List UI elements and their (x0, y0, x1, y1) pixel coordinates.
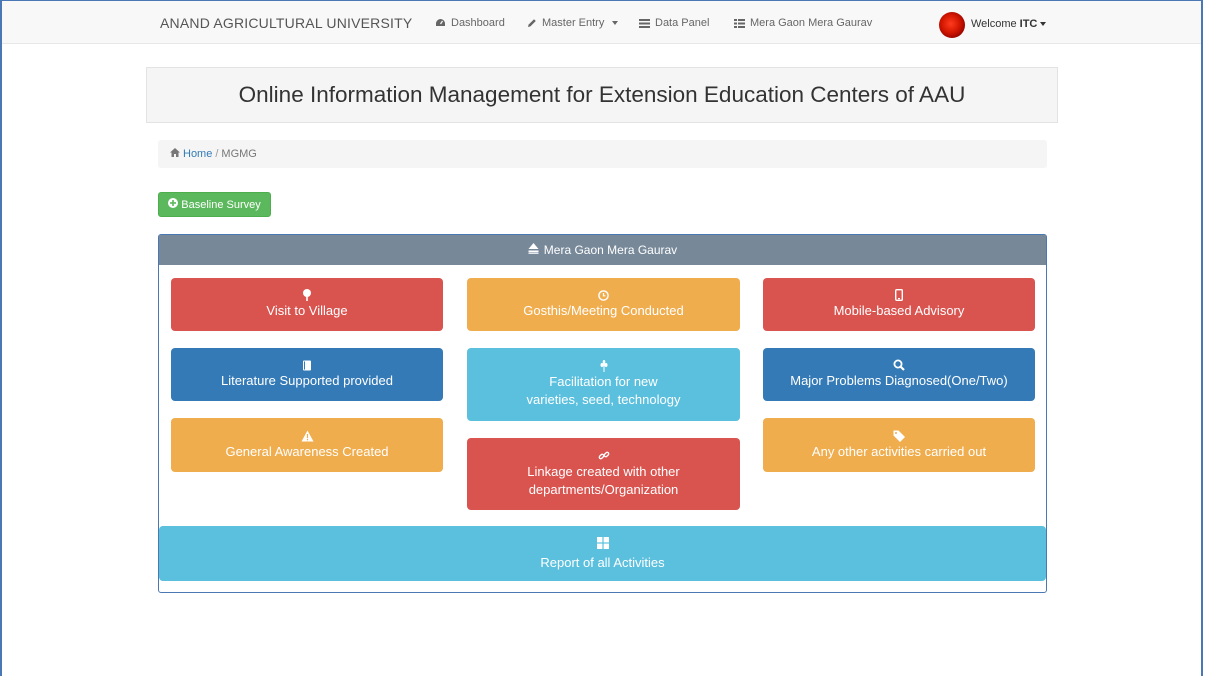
baseline-survey-button[interactable]: Baseline Survey (158, 192, 271, 217)
eject-icon (528, 243, 539, 257)
top-navbar: ANAND AGRICULTURAL UNIVERSITY Dashboard … (2, 1, 1201, 44)
tile-any-other-activities[interactable]: Any other activities carried out (763, 418, 1035, 472)
page-title: Online Information Management for Extens… (238, 82, 966, 107)
tile-label: Gosthis/Meeting Conducted (523, 302, 684, 318)
tree-icon (302, 289, 312, 302)
clock-icon (598, 289, 609, 302)
page-title-banner: Online Information Management for Extens… (146, 67, 1058, 123)
breadcrumb-current: MGMG (221, 148, 257, 160)
breadcrumb: Home / MGMG (158, 140, 1047, 168)
tags-icon (893, 430, 906, 443)
baseline-survey-label: Baseline Survey (181, 198, 261, 211)
grid-icon (596, 536, 609, 554)
tile-linkage-created[interactable]: Linkage created with other departments/O… (467, 438, 740, 510)
tile-label: Mobile-based Advisory (833, 303, 965, 318)
tile-label-line2: varieties, seed, technology (526, 392, 681, 407)
tile-facilitation-new-varieties[interactable]: Facilitation for new varieties, seed, te… (467, 348, 740, 421)
caret-down-icon (1040, 22, 1047, 26)
grain-icon (600, 360, 608, 373)
tile-literature-supported[interactable]: Literature Supported provided (171, 348, 443, 401)
tile-label: Literature Supported provided (220, 372, 393, 388)
home-icon (170, 148, 180, 160)
search-icon (893, 359, 905, 372)
list-icon (639, 18, 650, 28)
tile-major-problems[interactable]: Major Problems Diagnosed(One/Two) (763, 348, 1035, 401)
nav-dashboard-label: Dashboard (451, 17, 505, 29)
book-icon (302, 360, 312, 372)
nav-master-entry-label: Master Entry (542, 17, 605, 29)
report-label: Report of all Activities (540, 554, 665, 570)
nav-mgmg[interactable]: Mera Gaon Mera Gaurav (734, 17, 872, 29)
report-all-activities-button[interactable]: Report of all Activities (159, 526, 1046, 581)
user-menu[interactable]: Welcome ITC (971, 18, 1047, 30)
nav-data-panel[interactable]: Data Panel (639, 17, 709, 29)
tile-mobile-advisory[interactable]: Mobile-based Advisory (763, 278, 1035, 331)
breadcrumb-home-link[interactable]: Home (183, 148, 212, 160)
nav-master-entry[interactable]: Master Entry (527, 17, 619, 29)
tile-label: General Awareness Created (225, 443, 389, 459)
mgmg-panel: Mera Gaon Mera Gaurav Visit to Village G… (158, 234, 1047, 593)
tile-visit-to-village[interactable]: Visit to Village (171, 278, 443, 331)
tile-label-line1: Facilitation for new (549, 374, 658, 389)
plus-circle-icon (168, 198, 179, 211)
nav-dashboard[interactable]: Dashboard (435, 17, 505, 29)
tile-label: Visit to Village (266, 303, 348, 318)
breadcrumb-separator: / (215, 148, 219, 160)
tile-general-awareness[interactable]: General Awareness Created (171, 418, 443, 472)
welcome-prefix: Welcome (971, 18, 1017, 30)
th-list-icon (734, 18, 745, 28)
caret-down-icon (612, 21, 619, 25)
tile-label: Major Problems Diagnosed(One/Two) (790, 373, 1008, 388)
brand-link[interactable]: ANAND AGRICULTURAL UNIVERSITY (160, 15, 412, 31)
avatar[interactable] (939, 12, 965, 38)
link-icon (598, 450, 610, 463)
nav-data-panel-label: Data Panel (655, 17, 710, 29)
dashboard-icon (435, 18, 446, 28)
panel-heading-title: Mera Gaon Mera Gaurav (543, 243, 678, 257)
panel-heading: Mera Gaon Mera Gaurav (159, 235, 1046, 265)
welcome-user: ITC (1019, 18, 1038, 30)
tile-label: Any other activities carried out (811, 443, 987, 459)
tile-gosthis-meeting[interactable]: Gosthis/Meeting Conducted (467, 278, 740, 331)
nav-mgmg-label: Mera Gaon Mera Gaurav (750, 17, 873, 29)
warning-icon (301, 430, 314, 443)
tile-label-line2: departments/Organization (528, 481, 679, 497)
mobile-icon (895, 289, 903, 302)
pencil-icon (527, 18, 537, 28)
tile-label-line1: Linkage created with other (527, 463, 680, 479)
